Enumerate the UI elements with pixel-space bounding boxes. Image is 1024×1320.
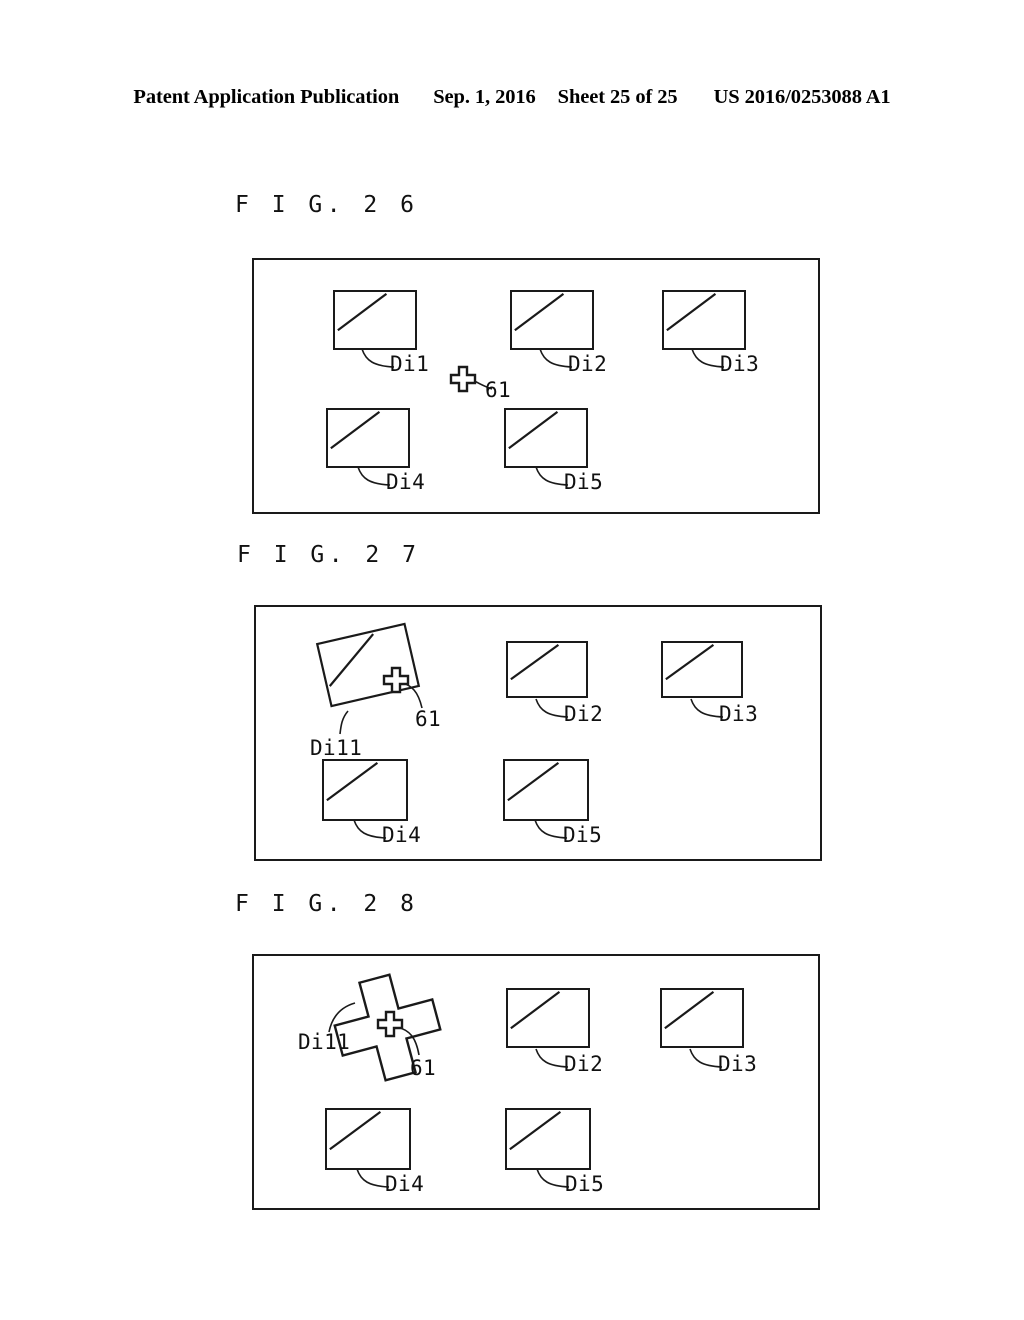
thumbnail-di3[interactable]: [662, 290, 746, 350]
figure-26-caption: F I G. 2 6: [235, 192, 419, 218]
thumbnail-di1-diagonal-icon: [335, 292, 415, 348]
thumbnail-di3-diagonal-icon: [663, 643, 741, 696]
thumbnail-label-di5: Di5: [564, 470, 604, 494]
cursor-cross-icon: [376, 1010, 404, 1038]
thumbnail-di3-diagonal-icon: [662, 990, 742, 1046]
thumbnail-di2[interactable]: [506, 641, 588, 698]
thumbnail-di2[interactable]: [510, 290, 594, 350]
figure-28-caption: F I G. 2 8: [235, 891, 419, 917]
figure-27-caption: F I G. 2 7: [237, 542, 421, 568]
thumbnail-label-di5: Di5: [563, 823, 603, 847]
cursor-cross-icon: [449, 365, 477, 393]
thumbnail-di3-diagonal-icon: [664, 292, 744, 348]
thumbnail-label-di2: Di2: [564, 702, 604, 726]
thumbnail-di4[interactable]: [322, 759, 408, 821]
thumbnail-label-di5: Di5: [565, 1172, 605, 1196]
thumbnail-label-di3: Di3: [718, 1052, 758, 1076]
thumbnail-label-di2: Di2: [564, 1052, 604, 1076]
cursor-cross-icon: [382, 666, 410, 694]
thumbnail-di5[interactable]: [504, 408, 588, 468]
thumbnail-label-di3: Di3: [719, 702, 759, 726]
thumbnail-label-di3: Di3: [720, 352, 760, 376]
thumbnail-di5-diagonal-icon: [507, 1110, 589, 1168]
thumbnail-label-di4: Di4: [385, 1172, 425, 1196]
thumbnail-di2-diagonal-icon: [512, 292, 592, 348]
thumbnail-di4[interactable]: [326, 408, 410, 468]
thumbnail-di5-diagonal-icon: [505, 761, 587, 819]
header-publication-text: Patent Application Publication: [133, 86, 400, 108]
header-date-text: Sep. 1, 2016: [433, 86, 536, 108]
cursor-label-61: 61: [485, 378, 512, 402]
thumbnail-di4-diagonal-icon: [327, 1110, 409, 1168]
page-header: Patent Application Publication Sep. 1, 2…: [0, 86, 1024, 109]
thumbnail-label-di11: Di11: [310, 736, 363, 760]
thumbnail-label-di4: Di4: [382, 823, 422, 847]
thumbnail-di2-diagonal-icon: [508, 990, 588, 1046]
thumbnail-di2[interactable]: [506, 988, 590, 1048]
thumbnail-di4[interactable]: [325, 1108, 411, 1170]
thumbnail-di3[interactable]: [660, 988, 744, 1048]
thumbnail-label-di2: Di2: [568, 352, 608, 376]
thumbnail-label-di4: Di4: [386, 470, 426, 494]
thumbnail-di5-diagonal-icon: [506, 410, 586, 466]
thumbnail-di4-diagonal-icon: [324, 761, 406, 819]
thumbnail-label-di11: Di11: [298, 1030, 351, 1054]
thumbnail-di4-diagonal-icon: [328, 410, 408, 466]
thumbnail-di3[interactable]: [661, 641, 743, 698]
cursor-crosshair-61[interactable]: [382, 666, 410, 694]
header-patent-number-text: US 2016/0253088 A1: [713, 86, 891, 108]
thumbnail-di1[interactable]: [333, 290, 417, 350]
thumbnail-di2-diagonal-icon: [508, 643, 586, 696]
thumbnail-label-di1: Di1: [390, 352, 430, 376]
cursor-label-61: 61: [410, 1056, 437, 1080]
thumbnail-di5[interactable]: [505, 1108, 591, 1170]
thumbnail-di5[interactable]: [503, 759, 589, 821]
header-sheet-text: Sheet 25 of 25: [557, 86, 678, 108]
cursor-crosshair-61[interactable]: [449, 365, 477, 393]
leader-line-di11: [339, 710, 349, 735]
cursor-crosshair-61[interactable]: [376, 1010, 404, 1038]
cursor-label-61: 61: [415, 707, 442, 731]
